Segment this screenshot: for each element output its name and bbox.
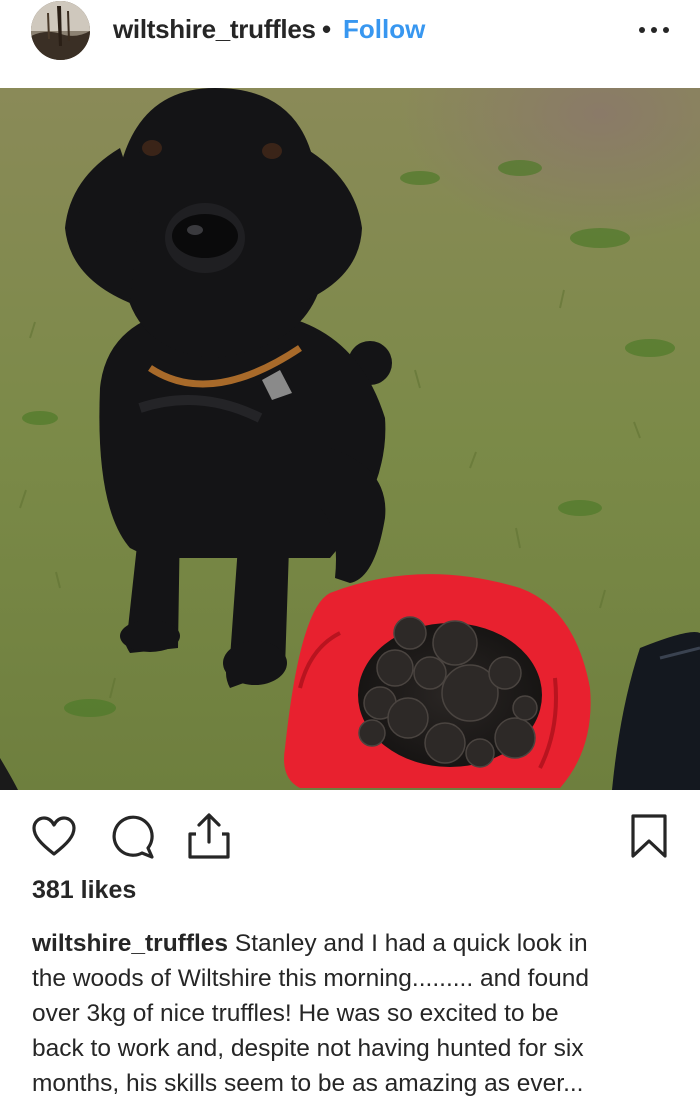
post-username[interactable]: wiltshire_truffles: [113, 14, 316, 45]
caption-text-4: back to work and, despite not having hun…: [32, 1035, 584, 1062]
caption-username[interactable]: wiltshire_truffles: [32, 930, 228, 957]
likes-count[interactable]: 381 likes: [32, 876, 136, 905]
profile-avatar[interactable]: [31, 1, 90, 60]
caption-line-1: wiltshire_truffles Stanley and I had a q…: [32, 926, 672, 961]
heart-icon[interactable]: [31, 815, 77, 857]
share-icon[interactable]: [187, 812, 231, 860]
separator-dot: •: [322, 14, 332, 44]
caption-text-5: months, his skills seem to be as amazing…: [32, 1070, 584, 1097]
post-photo[interactable]: [0, 88, 700, 790]
caption-text-3: over 3kg of nice truffles! He was so exc…: [32, 1000, 559, 1027]
bookmark-icon[interactable]: [630, 813, 668, 859]
action-bar: [0, 790, 700, 870]
caption-text-1: Stanley and I had a quick look in: [228, 930, 588, 957]
caption-text-2: the woods of Wiltshire this morning.....…: [32, 965, 589, 992]
comment-icon[interactable]: [109, 814, 155, 860]
post-header: wiltshire_truffles • Follow: [0, 0, 700, 88]
dog-truffle-image: [0, 88, 700, 790]
post-caption: wiltshire_truffles Stanley and I had a q…: [32, 926, 672, 1101]
follow-button[interactable]: Follow: [343, 14, 425, 45]
more-options-icon[interactable]: [637, 17, 671, 41]
